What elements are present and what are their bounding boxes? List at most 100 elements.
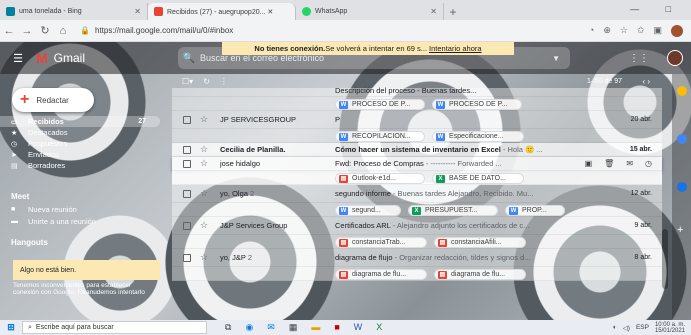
- browser-tab-bing[interactable]: uma tonelada - Bing ✕: [0, 3, 148, 20]
- language-indicator[interactable]: ESP: [636, 324, 649, 331]
- sidebar-item-sent[interactable]: ➤ Enviados: [0, 149, 165, 160]
- attachment-name: BASE DE DATO...: [449, 175, 506, 182]
- row-checkbox[interactable]: [183, 189, 191, 198]
- email-row[interactable]: ☆ yo, Olga 2 segundo informe - Buenas tar…: [172, 185, 662, 203]
- scroll-thumb[interactable]: [662, 229, 668, 289]
- clock[interactable]: 10:00 a. m. 15/01/2021: [655, 322, 685, 334]
- tasks-icon[interactable]: [677, 182, 687, 192]
- join-meeting-button[interactable]: ▬ Unirte a una reunión: [0, 216, 165, 227]
- close-tab-icon[interactable]: ✕: [430, 7, 437, 16]
- email-row[interactable]: ☆ yo, J&P 2 diagrama de flujo - Organizar…: [172, 249, 662, 267]
- close-tab-icon[interactable]: ✕: [134, 7, 141, 16]
- volume-icon[interactable]: ◁): [623, 324, 630, 332]
- sidebar-item-starred[interactable]: ★ Destacados: [0, 127, 165, 138]
- attachment-chip[interactable]: W segund...: [335, 205, 401, 216]
- attachment-chip[interactable]: W PROCESO DE P...: [432, 99, 522, 110]
- attachment-chip[interactable]: ▤ diagrama de flu...: [335, 269, 427, 280]
- store-icon[interactable]: ▦: [289, 322, 298, 333]
- attachment-chip[interactable]: W RECOPILACION...: [335, 131, 425, 142]
- star-toggle-icon[interactable]: ☆: [200, 188, 208, 199]
- account-avatar[interactable]: [667, 50, 683, 66]
- task-view-icon[interactable]: ⧉: [225, 322, 231, 333]
- attachment-chip[interactable]: X PRESUPUEST...: [408, 205, 498, 216]
- main-menu-icon[interactable]: ☰: [4, 52, 32, 65]
- attachment-chip[interactable]: ▤ diagrama de flu...: [434, 269, 526, 280]
- email-date: 15 abr.: [629, 146, 652, 153]
- attachment-chip[interactable]: ▤ constanciaAfili...: [434, 237, 526, 248]
- file-explorer-icon[interactable]: ▬: [311, 322, 320, 333]
- refresh-icon[interactable]: ↻: [203, 77, 210, 86]
- email-row[interactable]: ☆ Cecilia de Planilla. Cómo hacer un sis…: [172, 143, 662, 157]
- search-options-icon[interactable]: ▼: [552, 54, 560, 63]
- network-icon[interactable]: ◐: [613, 324, 617, 331]
- attachment-chip[interactable]: X BASE DE DATO...: [432, 173, 524, 184]
- collections-icon[interactable]: ▣: [653, 25, 662, 37]
- new-meeting-button[interactable]: ■ Nueva reunión: [0, 204, 165, 215]
- url-field[interactable]: 🔒 https://mail.google.com/mail/u/0/#inbo…: [80, 23, 589, 39]
- compose-button[interactable]: + Redactar: [12, 88, 94, 112]
- email-row[interactable]: ☆ jose hidalgo Fwd: Proceso de Compras -…: [172, 157, 662, 171]
- search-icon[interactable]: 🔍: [178, 53, 200, 64]
- star-toggle-icon[interactable]: ☆: [200, 158, 208, 169]
- email-row[interactable]: ☆ JP SERVICESGROUP P 20 abr.: [172, 111, 662, 129]
- email-date: 12 abr.: [630, 190, 652, 197]
- profile-avatar[interactable]: [671, 24, 683, 37]
- forward-arrow-icon[interactable]: →: [18, 25, 36, 37]
- favorites-icon[interactable]: ✩: [637, 25, 645, 37]
- delete-icon[interactable]: 🗑: [604, 159, 614, 168]
- app-icon[interactable]: ■: [334, 322, 339, 333]
- row-checkbox[interactable]: [183, 159, 191, 168]
- window-controls[interactable]: — □: [630, 4, 683, 14]
- sidebar-item-inbox[interactable]: ▭ Recibidos 27: [0, 116, 160, 127]
- select-all-checkbox[interactable]: ☐▾: [182, 77, 193, 86]
- keep-icon[interactable]: [677, 134, 687, 144]
- star-toggle-icon[interactable]: ☆: [200, 114, 208, 125]
- star-toggle-icon[interactable]: ☆: [200, 144, 208, 155]
- edge-icon[interactable]: ◉: [245, 322, 253, 333]
- taskbar-search-input[interactable]: Escribe aquí para buscar: [36, 324, 114, 331]
- mail-scrollbar[interactable]: [662, 89, 668, 320]
- pagination-arrows[interactable]: ‹ ›: [642, 77, 650, 86]
- windows-start-icon[interactable]: ⊞: [0, 322, 22, 333]
- row-checkbox[interactable]: [183, 221, 191, 230]
- star-toggle-icon[interactable]: ☆: [200, 252, 208, 263]
- taskbar-search[interactable]: ⌕ Escribe aquí para buscar: [22, 321, 207, 334]
- favorite-star-icon[interactable]: ☆: [620, 25, 628, 37]
- read-aloud-icon[interactable]: ◔: [589, 25, 594, 37]
- add-addon-icon[interactable]: +: [677, 224, 687, 236]
- word-app-icon[interactable]: W: [354, 322, 363, 333]
- excel-app-icon[interactable]: X: [376, 322, 382, 333]
- mail-app-icon[interactable]: ✉: [267, 322, 275, 333]
- email-row[interactable]: ☆ J&P Services Group Certificados ARL - …: [172, 217, 662, 235]
- snooze-icon[interactable]: ◷: [645, 159, 652, 168]
- row-checkbox[interactable]: [183, 253, 191, 262]
- apps-grid-icon[interactable]: ⋮⋮: [629, 53, 649, 64]
- sidebar-item-snoozed[interactable]: ◷ Pospuestos: [0, 138, 165, 149]
- email-row[interactable]: Descripción del proceso - Buenas tardes.…: [172, 86, 662, 97]
- browser-tab-gmail[interactable]: Recibidos (27) - auegrupop20... ✕: [148, 3, 296, 20]
- archive-icon[interactable]: ▣: [585, 159, 593, 168]
- home-icon[interactable]: ⌂: [54, 25, 72, 37]
- retry-now-link[interactable]: Intentario ahora: [429, 44, 482, 53]
- star-toggle-icon[interactable]: ☆: [200, 220, 208, 231]
- browser-tab-whatsapp[interactable]: WhatsApp ✕: [296, 3, 444, 20]
- gmail-icon: [154, 7, 163, 16]
- attachment-chip[interactable]: ▤ Outlook-e1d...: [335, 173, 425, 184]
- attachment-chip[interactable]: W PROP...: [505, 205, 565, 216]
- attachment-chip[interactable]: W PROCESO DE P...: [335, 99, 425, 110]
- reload-icon[interactable]: ↻: [36, 24, 54, 37]
- sidebar-item-drafts[interactable]: ▤ Borradores: [0, 160, 165, 171]
- send-icon: ➤: [11, 151, 17, 159]
- mark-read-icon[interactable]: ✉: [626, 159, 633, 168]
- new-tab-button[interactable]: +: [444, 3, 462, 20]
- zoom-icon[interactable]: ⊕: [603, 25, 611, 37]
- more-options-icon[interactable]: ⋮: [220, 77, 228, 86]
- back-arrow-icon[interactable]: ←: [0, 25, 18, 37]
- row-checkbox[interactable]: [183, 115, 191, 124]
- attachment-chip[interactable]: W Especificacione...: [432, 131, 524, 142]
- sidebar-item-label: Pospuestos: [28, 139, 68, 148]
- calendar-icon[interactable]: [677, 86, 687, 96]
- gmail-logo[interactable]: M Gmail: [36, 50, 176, 66]
- row-checkbox[interactable]: [183, 145, 191, 154]
- attachment-chip[interactable]: ▤ constanciaTrab...: [335, 237, 427, 248]
